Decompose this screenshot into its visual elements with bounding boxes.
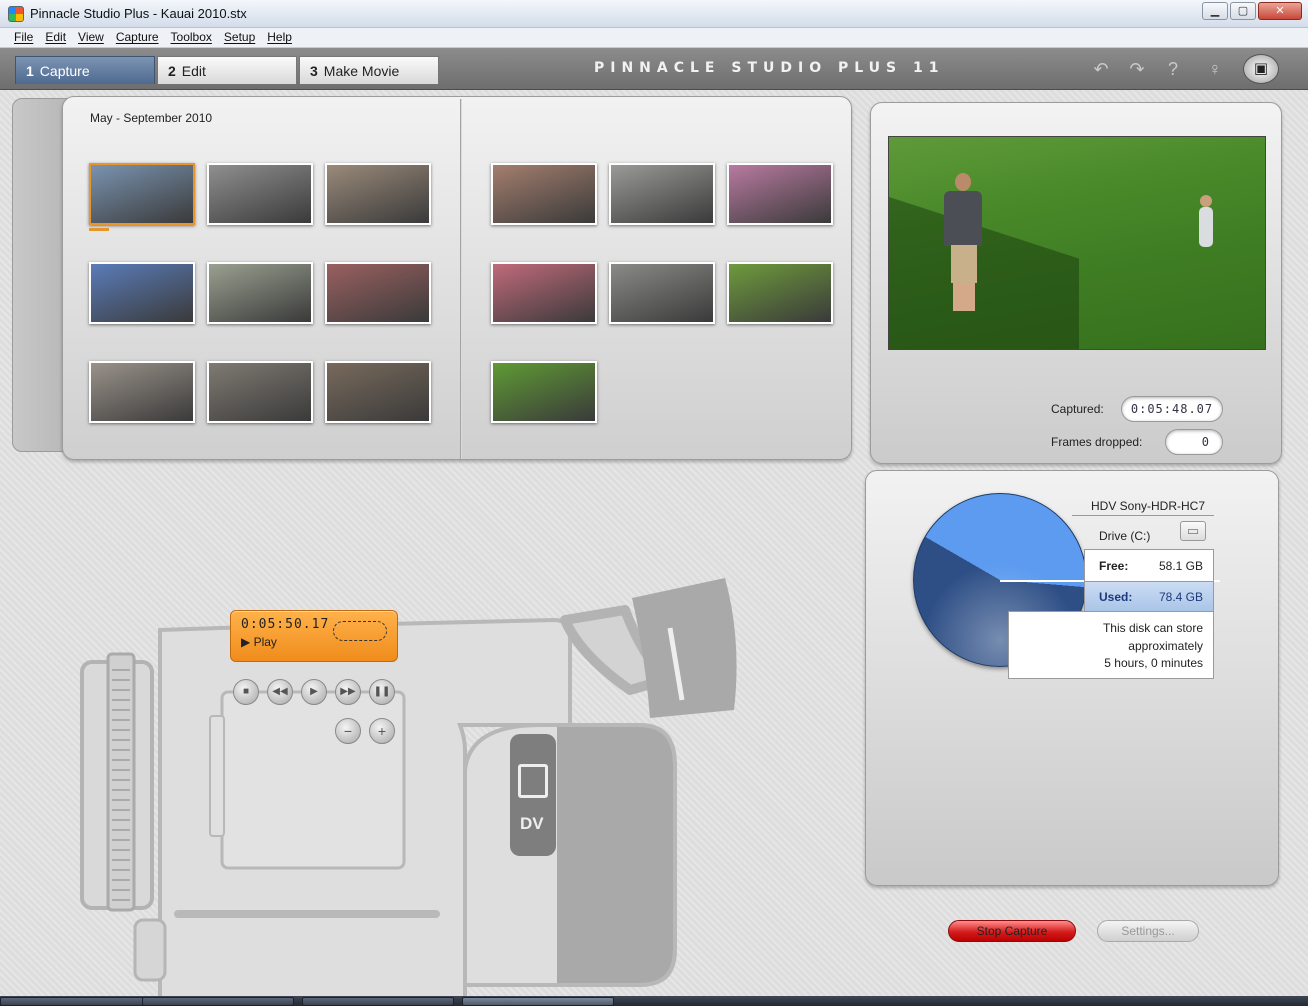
app-header: 1 Capture 2 Edit 3 Make Movie PINNACLE STUD… (0, 48, 1308, 90)
tips-lightbulb-icon[interactable]: ♀ (1204, 58, 1226, 80)
tab-number: 2 (168, 63, 176, 79)
fast-forward-button[interactable]: ▶▶ (335, 679, 361, 705)
brand-title: PINNACLE STUDIO PLUS 11 (594, 60, 945, 76)
window-titlebar: Pinnacle Studio Plus - Kauai 2010.stx ▁ … (0, 0, 1308, 28)
play-icon: ▶ (310, 686, 318, 697)
album-thumbnail-colorful-market[interactable] (727, 163, 833, 225)
dv-port-icon (518, 764, 548, 798)
album-thumbnail-clock-tower[interactable] (89, 262, 195, 324)
album-thumbnail-kid-running[interactable] (609, 163, 715, 225)
album-thumbnail-kid-on-grass[interactable] (727, 262, 833, 324)
tape-icon (333, 621, 387, 641)
album-thumbnail-fountain-walk[interactable] (207, 361, 313, 423)
volume-down-button[interactable]: − (335, 718, 361, 744)
menu-setup[interactable]: Setup (218, 28, 261, 47)
disc-icon[interactable]: ▣ (1243, 54, 1279, 84)
taskbar (0, 996, 1308, 1006)
help-icon[interactable]: ? (1162, 58, 1184, 80)
volume-up-button[interactable]: + (369, 718, 395, 744)
taskbar-item[interactable] (302, 997, 454, 1006)
capture-device-name: HDV Sony-HDR-HC7 (1091, 499, 1206, 513)
redo-icon[interactable]: ↷ (1126, 58, 1148, 80)
taskbar-item[interactable] (142, 997, 294, 1006)
captured-label: Captured: (1051, 402, 1104, 416)
album-thumbnail-shadows[interactable] (207, 163, 313, 225)
divider (1072, 515, 1214, 516)
menu-edit[interactable]: Edit (39, 28, 72, 47)
close-button[interactable]: ✕ (1258, 2, 1302, 20)
album-thumbnail-brick-plaza[interactable] (325, 262, 431, 324)
settings-button[interactable]: Settings... (1097, 920, 1199, 942)
tab-number: 3 (310, 63, 318, 79)
used-space-row: Used: 78.4 GB (1085, 581, 1213, 612)
free-value: 58.1 GB (1158, 558, 1203, 573)
capacity-line-2: approximately (1128, 638, 1203, 653)
preview-panel: Captured: 0:05:48.07 Frames dropped: 0 (870, 102, 1282, 464)
minimize-button[interactable]: ▁ (1202, 2, 1228, 20)
tab-label: Capture (39, 63, 90, 79)
capture-preview-video (888, 136, 1266, 350)
undo-icon[interactable]: ↶ (1090, 58, 1112, 80)
play-button[interactable]: ▶ (301, 679, 327, 705)
rewind-icon: ◀◀ (272, 686, 288, 697)
album-thumbnail-waterfall-wall[interactable] (325, 361, 431, 423)
album-thumbnail-aerial-view[interactable] (207, 262, 313, 324)
taskbar-item-pinnacle-studio[interactable] (462, 997, 614, 1006)
album-thumbnail-people-sitting[interactable] (325, 163, 431, 225)
free-label: Free: (1099, 558, 1129, 573)
menu-file[interactable]: File (8, 28, 39, 47)
frames-dropped-label: Frames dropped: (1051, 435, 1143, 449)
album-thumbnail-tie-dye-shirts[interactable] (491, 262, 597, 324)
album-thumbnail-bridge[interactable] (89, 163, 195, 231)
album-thumbnail-green-lawn[interactable] (491, 361, 597, 423)
menu-help[interactable]: Help (261, 28, 298, 47)
rewind-button[interactable]: ◀◀ (267, 679, 293, 705)
camcorder-illustration (80, 578, 737, 1000)
folder-icon[interactable]: ▭ (1180, 521, 1206, 541)
pause-button[interactable]: ❚❚ (369, 679, 395, 705)
used-label: Used: (1099, 590, 1133, 604)
captured-time-display: 0:05:48.07 (1121, 396, 1223, 422)
app-icon (8, 6, 24, 22)
stop-capture-button[interactable]: Stop Capture (948, 920, 1076, 942)
album-thumbnail-steps-crowd[interactable] (609, 262, 715, 324)
album-spine (460, 99, 462, 459)
camcorder-mode: ▶ Play (241, 635, 277, 649)
menu-view[interactable]: View (72, 28, 110, 47)
window-controls: ▁ ▢ ✕ (1202, 2, 1302, 20)
used-value: 78.4 GB (1158, 590, 1203, 604)
menu-toolbox[interactable]: Toolbox (165, 28, 218, 47)
album: May - September 2010 (62, 96, 852, 460)
free-space-row: Free: 58.1 GB (1085, 550, 1213, 581)
tab-number: 1 (26, 63, 34, 79)
capacity-line-3: 5 hours, 0 minutes (1104, 656, 1203, 670)
album-thumbnail-fountain-sculpture[interactable] (89, 361, 195, 423)
disk-stats: Free: 58.1 GB Used: 78.4 GB (1084, 549, 1214, 613)
dv-port-badge: DV (510, 734, 556, 856)
tab-label: Make Movie (323, 63, 400, 79)
menu-bar: File Edit View Capture Toolbox Setup Hel… (0, 28, 1308, 48)
menu-capture[interactable]: Capture (110, 28, 165, 47)
fast-forward-icon: ▶▶ (340, 686, 356, 697)
capacity-estimate: This disk can store approximately 5 hour… (1008, 611, 1214, 679)
tab-capture[interactable]: 1 Capture (15, 56, 155, 84)
dv-label: DV (520, 814, 544, 833)
tab-label: Edit (181, 63, 206, 79)
maximize-button[interactable]: ▢ (1230, 2, 1256, 20)
album-section-title: May - September 2010 (90, 111, 213, 125)
frames-dropped-display: 0 (1165, 429, 1223, 455)
album-thumbnail-boy-red-shirt[interactable] (491, 163, 597, 225)
pause-icon: ❚❚ (373, 686, 391, 697)
window-title: Pinnacle Studio Plus - Kauai 2010.stx (30, 6, 247, 21)
tab-make-movie[interactable]: 3 Make Movie (299, 56, 439, 84)
camcorder-timecode: 0:05:50.17 (241, 617, 330, 632)
camcorder-display: 0:05:50.17 ▶ Play (230, 610, 398, 662)
tab-edit[interactable]: 2 Edit (157, 56, 297, 84)
drive-label: Drive (C:) (1099, 529, 1151, 543)
stop-icon: ■ (242, 686, 250, 697)
capacity-line-1: This disk can store (1102, 621, 1203, 635)
taskbar-item[interactable] (0, 997, 152, 1006)
disk-space-panel: HDV Sony-HDR-HC7 Drive (C:) ▭ Free: 58.1… (865, 470, 1279, 886)
stop-button[interactable]: ■ (233, 679, 259, 705)
